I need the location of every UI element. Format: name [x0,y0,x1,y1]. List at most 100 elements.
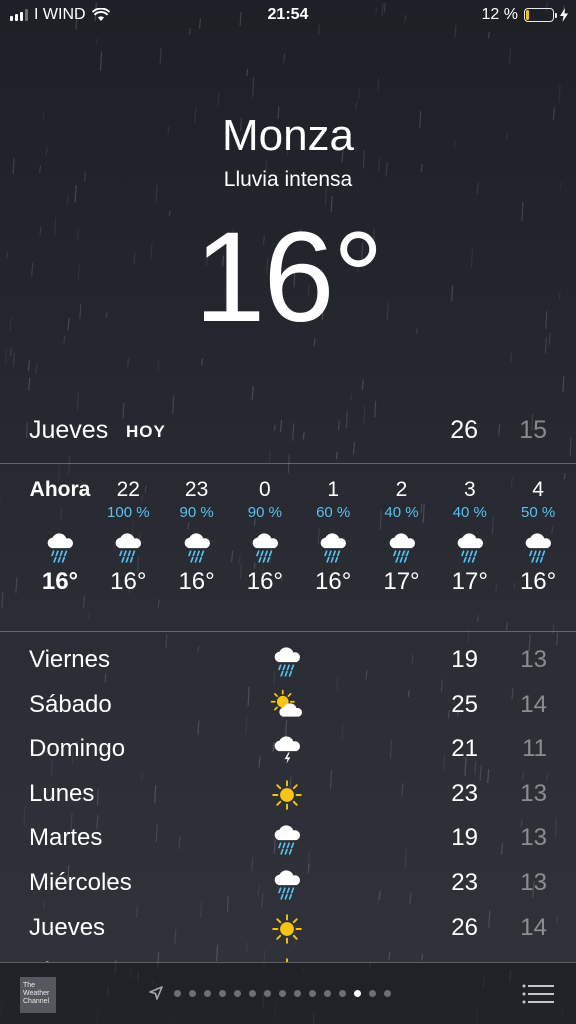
rain-icon [368,526,436,568]
day-high: 26 [451,913,478,941]
charging-bolt-icon [560,8,568,22]
page-dot[interactable] [369,989,376,997]
day-low: 14 [520,690,547,718]
daily-row: Domingo 21 11 [0,729,576,773]
page-dot[interactable] [279,989,286,997]
location-arrow-icon [148,985,164,1001]
hourly-item: 1 60 % 16° [299,478,367,596]
hourly-item: 2 40 % 17° [368,478,436,596]
rain-icon [231,526,299,568]
current-temperature: 16° [194,206,384,349]
page-dot[interactable] [354,989,361,997]
page-dot[interactable] [324,989,331,997]
today-day: Jueves [29,416,109,444]
hour-temperature: 16° [246,568,284,595]
precipitation-probability: 40 % [452,504,487,521]
hourly-item: 4 50 % 16° [504,478,572,596]
hour-label: 0 [259,478,271,501]
page-dot[interactable] [189,989,196,997]
page-dot[interactable] [204,989,211,997]
day-high: 19 [451,824,478,852]
page-dot[interactable] [294,989,301,997]
day-high: 19 [451,646,478,673]
day-low: 14 [520,913,547,941]
page-dot[interactable] [384,989,391,997]
today-summary: Jueves HOY 26 15 [0,412,576,452]
day-name: Miércoles [29,869,132,896]
hourly-item: 22 100 % 16° [94,478,162,596]
weather-channel-logo[interactable]: The Weather Channel [20,977,56,1013]
hour-temperature: 16° [519,568,557,595]
precipitation-probability: 100 % [107,504,150,521]
hourly-item: 0 90 % 16° [231,478,299,596]
city-name: Monza [221,111,355,160]
divider [0,463,576,464]
today-badge: HOY [126,422,166,441]
sun-icon [268,776,306,814]
hour-label: 23 [184,478,209,501]
rain-icon [436,526,504,568]
daily-row: Jueves 26 14 [0,908,576,952]
hour-temperature: 17° [383,568,420,595]
page-dot[interactable] [219,989,226,997]
precipitation-probability [26,504,94,526]
page-dot[interactable] [339,989,346,997]
daily-row: Miércoles 23 13 [0,863,576,907]
bottom-toolbar: The Weather Channel [0,962,576,1024]
page-dot[interactable] [264,989,271,997]
daily-row: Viernes 19 13 [0,640,576,684]
day-name: Sábado [29,690,112,718]
day-high: 21 [451,735,478,763]
battery-icon [524,8,557,22]
divider [0,631,576,632]
hour-temperature: 16° [110,568,147,595]
rain-icon [299,526,367,568]
thunderstorm-icon [268,731,306,769]
hour-label: Ahora [29,478,91,501]
day-low: 13 [520,824,547,852]
rain-icon [163,526,231,568]
precipitation-probability: 60 % [316,504,351,521]
daily-forecast[interactable]: Viernes 19 13 Sábado 25 14 Domingo 21 11 Lunes 23 1… [0,640,576,962]
hour-label: 1 [327,478,340,501]
hour-label: 3 [463,478,476,501]
page-dot[interactable] [234,989,241,997]
rain-icon [268,865,306,903]
precipitation-probability: 40 % [384,504,419,521]
hour-label: 22 [116,478,140,501]
day-high: 23 [451,779,478,807]
daily-row: Viernes2716 [0,952,576,962]
page-dot[interactable] [174,989,181,997]
day-low: 11 [522,735,547,763]
precipitation-probability: 50 % [520,504,556,521]
daily-row: Lunes 23 13 [0,774,576,818]
hour-temperature: 16° [41,568,79,595]
hourly-item: 23 90 % 16° [163,478,231,596]
sun-icon [268,954,306,962]
rain-icon [504,526,572,568]
hour-temperature: 17° [451,568,488,595]
page-dot[interactable] [309,989,316,997]
hour-label: 2 [395,478,408,501]
precipitation-probability: 90 % [179,504,214,521]
day-high: 25 [451,690,478,718]
city-list-icon[interactable] [522,983,554,1005]
day-low: 13 [520,646,547,673]
hourly-item: 3 40 % 17° [436,478,504,596]
status-bar: I WIND 21:54 12 % [0,0,576,32]
hour-temperature: 16° [178,568,215,595]
weather-condition: Lluvia intensa [223,168,353,191]
today-high: 26 [450,416,478,444]
precipitation-probability: 90 % [247,504,282,521]
day-high: 23 [451,869,478,896]
day-low: 13 [520,869,547,896]
rain-icon [94,526,162,568]
day-name: Jueves [29,913,106,941]
location-header: Monza Lluvia intensa [0,110,576,192]
page-indicator[interactable] [148,985,391,1001]
page-dot[interactable] [249,989,256,997]
hourly-forecast[interactable]: Ahora 16° 22 100 % 16° 23 90 % 16° 0 90 % 16° 1 60 %… [0,470,576,620]
rain-icon [268,820,306,858]
rain-icon [26,526,94,568]
hourly-item: Ahora 16° [26,478,94,596]
